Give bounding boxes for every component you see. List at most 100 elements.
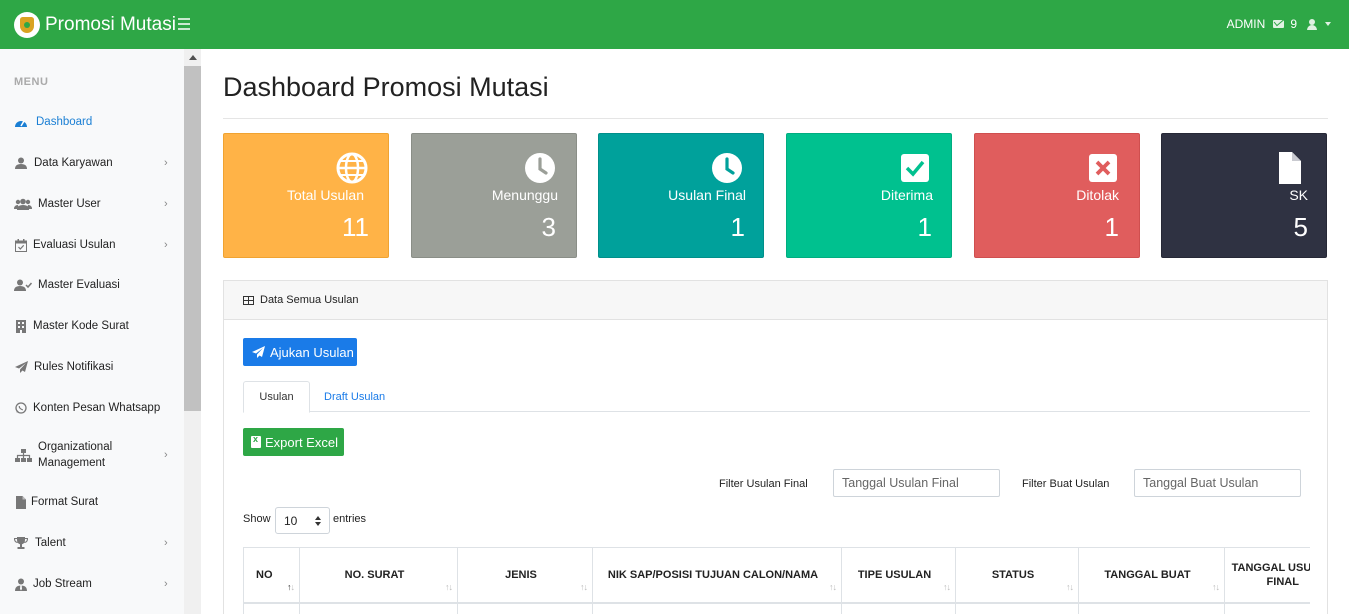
envelope-icon[interactable] xyxy=(1273,20,1285,28)
sidebar-item-master-evaluasi[interactable]: Master Evaluasi xyxy=(0,273,184,297)
usulan-table: NO ↑↓ NO. SURAT ↑↓ JENIS ↑↓ NIK SAP/POSISI … xyxy=(243,547,1310,614)
stat-label: Diterima xyxy=(880,187,933,203)
paper-plane-icon xyxy=(252,346,265,358)
export-excel-button[interactable]: Export Excel xyxy=(243,428,344,456)
clock-icon xyxy=(524,152,556,184)
sidebar-item-label: Evaluasi Usulan xyxy=(33,239,116,251)
trophy-icon xyxy=(14,536,28,550)
sidebar-item-format-surat[interactable]: Format Surat xyxy=(0,490,184,514)
tab-usulan[interactable]: Usulan xyxy=(243,381,310,413)
column-header-tanggal-buat[interactable]: TANGGAL BUAT ↑↓ xyxy=(1078,548,1225,604)
sidebar-item-evaluasi-usulan[interactable]: Evaluasi Usulan › xyxy=(0,233,184,257)
column-header-tanggal-usulan-final[interactable]: TANGGAL USULAN FINAL xyxy=(1224,548,1310,604)
calendar-check-icon xyxy=(14,238,28,252)
card-header: Data Semua Usulan xyxy=(224,281,1327,320)
stat-card-diterima[interactable]: Diterima 1 xyxy=(786,133,952,258)
username: ADMIN xyxy=(1226,17,1266,31)
paper-plane-icon xyxy=(14,360,28,374)
sidebar-scrollbar[interactable] xyxy=(184,49,201,614)
user-icon[interactable] xyxy=(1307,18,1317,30)
sidebar-item-job-stream[interactable]: Job Stream › xyxy=(0,572,184,596)
scroll-up-arrow-icon[interactable] xyxy=(184,49,201,66)
sidebar-item-master-kode-surat[interactable]: Master Kode Surat xyxy=(0,314,184,338)
stat-card-total-usulan[interactable]: Total Usulan 11 xyxy=(223,133,389,258)
app-logo xyxy=(14,12,40,38)
sidebar-item-dashboard[interactable]: Dashboard xyxy=(0,110,184,134)
stat-card-menunggu[interactable]: Menunggu 3 xyxy=(411,133,577,258)
table-row xyxy=(243,603,1310,614)
sidebar: MENU Dashboard Data Karyawan › Master Us… xyxy=(0,49,184,614)
tanggal-usulan-final-input[interactable] xyxy=(833,469,1000,497)
tanggal-buat-usulan-input[interactable] xyxy=(1134,469,1301,497)
user-tie-icon xyxy=(14,577,28,591)
sidebar-item-label: Konten Pesan Whatsapp xyxy=(33,402,161,414)
dashboard-icon xyxy=(14,115,28,129)
sort-icon: ↑↓ xyxy=(445,582,453,592)
sort-icon: ↑↓ xyxy=(580,582,588,592)
entries-select[interactable]: 10 xyxy=(275,507,330,534)
column-header-tipe-usulan[interactable]: TIPE USULAN ↑↓ xyxy=(841,548,956,604)
page-title: Dashboard Promosi Mutasi xyxy=(223,72,549,102)
table-icon xyxy=(243,296,254,305)
column-header-no[interactable]: NO ↑↓ xyxy=(243,548,300,604)
building-icon xyxy=(14,319,28,333)
sidebar-item-label: Master Kode Surat xyxy=(33,320,129,332)
scroll-thumb[interactable] xyxy=(184,66,201,411)
top-navbar: Promosi Mutasi ADMIN 9 xyxy=(0,0,1349,49)
chevron-right-icon: › xyxy=(164,537,168,549)
file-icon xyxy=(1274,152,1306,184)
sitemap-icon xyxy=(14,448,32,462)
stat-value: 1 xyxy=(1104,212,1119,242)
stat-card-ditolak[interactable]: Ditolak 1 xyxy=(974,133,1140,258)
sidebar-item-organizational-management[interactable]: Organizational Management › xyxy=(0,435,184,475)
sort-asc-icon: ↑↓ xyxy=(287,582,295,592)
sort-icon: ↑↓ xyxy=(943,582,951,592)
stat-label: Usulan Final xyxy=(668,187,746,203)
tab-draft-usulan[interactable]: Draft Usulan xyxy=(324,381,385,412)
check-square-icon xyxy=(899,152,931,184)
menu-toggle-icon[interactable] xyxy=(178,18,190,30)
brand[interactable]: Promosi Mutasi xyxy=(14,11,176,39)
column-header-nik-sap[interactable]: NIK SAP/POSISI TUJUAN CALON/NAMA ↑↓ xyxy=(592,548,842,604)
column-header-status[interactable]: STATUS ↑↓ xyxy=(955,548,1079,604)
menu-heading: MENU xyxy=(14,76,49,88)
stat-card-usulan-final[interactable]: Usulan Final 1 xyxy=(598,133,764,258)
entries-label: entries xyxy=(333,513,367,525)
caret-down-icon[interactable] xyxy=(1325,22,1331,26)
chevron-right-icon: › xyxy=(164,578,168,590)
sidebar-item-label: Master User xyxy=(38,198,101,210)
column-header-no-surat[interactable]: NO. SURAT ↑↓ xyxy=(299,548,458,604)
chevron-right-icon: › xyxy=(164,157,168,169)
stat-label: SK xyxy=(1289,187,1308,203)
sidebar-item-label: Format Surat xyxy=(31,496,99,508)
globe-icon xyxy=(336,152,368,184)
stat-value: 5 xyxy=(1293,212,1308,242)
user-icon xyxy=(14,156,28,170)
sidebar-item-talent[interactable]: Talent › xyxy=(0,531,184,555)
whatsapp-icon xyxy=(14,401,28,415)
chevron-right-icon: › xyxy=(164,239,168,251)
clock-icon xyxy=(711,152,743,184)
divider xyxy=(223,118,1328,119)
stat-label: Total Usulan xyxy=(286,187,364,203)
sidebar-item-label: Data Karyawan xyxy=(34,157,113,169)
filter-usulan-final-label: Filter Usulan Final xyxy=(719,478,808,490)
stat-card-sk[interactable]: SK 5 xyxy=(1161,133,1327,258)
sort-icon: ↑↓ xyxy=(1066,582,1074,592)
user-area[interactable]: ADMIN 9 xyxy=(1227,17,1331,31)
stat-value: 1 xyxy=(730,212,745,242)
sidebar-item-konten-pesan-whatsapp[interactable]: Konten Pesan Whatsapp xyxy=(0,396,184,420)
stat-value: 1 xyxy=(917,212,932,242)
sidebar-item-data-karyawan[interactable]: Data Karyawan › xyxy=(0,151,184,175)
sidebar-item-master-user[interactable]: Master User › xyxy=(0,192,184,216)
entries-value: 10 xyxy=(284,513,298,528)
stat-value: 11 xyxy=(342,212,369,242)
filter-buat-usulan-label: Filter Buat Usulan xyxy=(1022,478,1110,490)
export-excel-label: Export Excel xyxy=(265,434,338,450)
ajukan-usulan-label: Ajukan Usulan xyxy=(270,344,354,360)
ajukan-usulan-button[interactable]: Ajukan Usulan xyxy=(243,338,357,366)
show-label: Show xyxy=(243,513,271,525)
sidebar-item-rules-notifikasi[interactable]: Rules Notifikasi xyxy=(0,355,184,379)
file-icon xyxy=(14,495,28,509)
column-header-jenis[interactable]: JENIS ↑↓ xyxy=(457,548,593,604)
